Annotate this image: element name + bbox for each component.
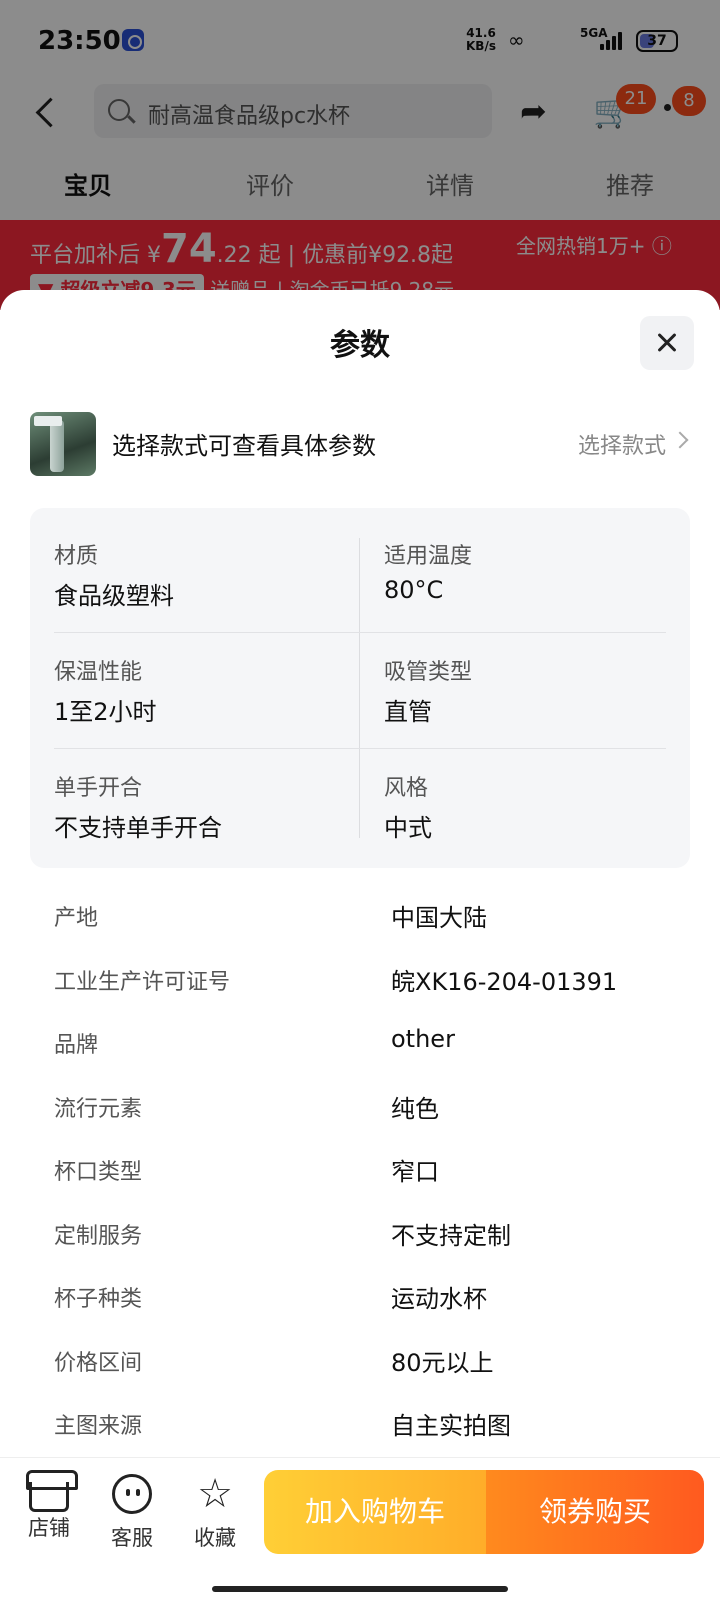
param-value: 中国大陆 — [391, 904, 487, 932]
list-item: 产地 中国大陆 — [30, 886, 690, 950]
favorite-label: 收藏 — [194, 1526, 236, 1550]
modal-overlay[interactable] — [0, 0, 720, 310]
list-item: 工业生产许可证号 皖XK16-204-01391 — [30, 950, 690, 1014]
param-value: 80°C — [384, 576, 444, 604]
style-prompt: 选择款式可查看具体参数 — [112, 432, 376, 460]
param-cell: 风格 中式 — [360, 740, 660, 856]
param-key: 杯子种类 — [54, 1287, 143, 1312]
select-style-link[interactable]: 选择款式 — [578, 428, 666, 460]
param-value: 直管 — [384, 698, 432, 726]
param-value: 窄口 — [391, 1158, 439, 1186]
list-item: 主图来源 自主实拍图 — [30, 1394, 690, 1458]
param-value: 皖XK16-204-01391 — [391, 967, 618, 996]
param-value: 不支持单手开合 — [54, 814, 222, 842]
list-item: 流行元素 纯色 — [30, 1077, 690, 1141]
param-value: 食品级塑料 — [54, 582, 174, 610]
chevron-right-icon — [671, 431, 689, 449]
param-value: 不支持定制 — [391, 1221, 511, 1250]
bottom-action-bar: 店铺 客服 ☆ 收藏 加入购物车 领券购买 — [0, 1457, 720, 1601]
product-thumbnail — [30, 412, 96, 476]
param-key: 吸管类型 — [384, 660, 473, 685]
grid-divider — [359, 538, 360, 838]
parameters-sheet: 参数 选择款式可查看具体参数 选择款式 材质 食品级塑料 适用温度 80°C 保… — [0, 290, 720, 1601]
param-value: 自主实拍图 — [391, 1412, 511, 1440]
param-cell: 材质 食品级塑料 — [30, 508, 330, 624]
list-item: 杯子种类 运动水杯 — [30, 1267, 690, 1331]
close-icon[interactable] — [640, 316, 694, 370]
param-key: 主图来源 — [54, 1414, 143, 1439]
param-value: 纯色 — [391, 1094, 439, 1123]
param-cell: 保温性能 1至2小时 — [30, 624, 330, 740]
shop-icon — [26, 1470, 78, 1512]
param-key: 风格 — [384, 776, 429, 801]
param-key: 单手开合 — [54, 776, 143, 801]
list-item: 定制服务 不支持定制 — [30, 1204, 690, 1268]
param-value: other — [391, 1025, 455, 1053]
param-cell: 适用温度 80°C — [360, 508, 660, 624]
param-key: 价格区间 — [54, 1350, 143, 1376]
key-params-grid: 材质 食品级塑料 适用温度 80°C 保温性能 1至2小时 吸管类型 直管 单手… — [30, 508, 690, 868]
param-value: 中式 — [384, 814, 432, 842]
param-key: 流行元素 — [54, 1096, 143, 1122]
param-cell: 单手开合 不支持单手开合 — [30, 740, 330, 856]
params-list: 产地 中国大陆 工业生产许可证号 皖XK16-204-01391 品牌 other 流… — [30, 886, 690, 1458]
select-style-row[interactable]: 选择款式可查看具体参数 选择款式 — [30, 410, 690, 476]
param-value: 80元以上 — [391, 1348, 494, 1377]
buy-with-coupon-button[interactable]: 领券购买 — [486, 1470, 704, 1554]
list-item: 杯口类型 窄口 — [30, 1140, 690, 1204]
grid-divider — [54, 748, 666, 749]
list-item: 品牌 other — [30, 1013, 690, 1077]
param-key: 材质 — [54, 544, 99, 569]
param-value: 1至2小时 — [54, 698, 157, 726]
param-value: 运动水杯 — [391, 1285, 487, 1313]
customer-service-button[interactable]: 客服 — [97, 1474, 167, 1552]
param-key: 定制服务 — [54, 1223, 143, 1249]
add-to-cart-button[interactable]: 加入购物车 — [264, 1470, 486, 1554]
customer-service-icon — [112, 1474, 152, 1514]
customer-service-label: 客服 — [111, 1526, 153, 1550]
param-key: 品牌 — [54, 1033, 99, 1058]
home-indicator[interactable] — [212, 1586, 508, 1592]
param-key: 杯口类型 — [54, 1160, 143, 1185]
grid-divider — [54, 632, 666, 633]
param-cell: 吸管类型 直管 — [360, 624, 660, 740]
star-icon: ☆ — [197, 1471, 233, 1517]
shop-button[interactable]: 店铺 — [14, 1470, 84, 1542]
shop-label: 店铺 — [28, 1516, 70, 1540]
param-key: 保温性能 — [54, 660, 143, 685]
param-key: 适用温度 — [384, 544, 473, 569]
param-key: 工业生产许可证号 — [54, 969, 231, 995]
sheet-title: 参数 — [330, 328, 390, 363]
list-item: 价格区间 80元以上 — [30, 1331, 690, 1395]
param-key: 产地 — [54, 906, 99, 931]
favorite-button[interactable]: ☆ 收藏 — [180, 1474, 250, 1552]
product-page-background: 23:50 41.6 KB/s ∞ 5GA 37 耐高温食品级pc水杯 ➦ 🛒 … — [0, 0, 720, 310]
